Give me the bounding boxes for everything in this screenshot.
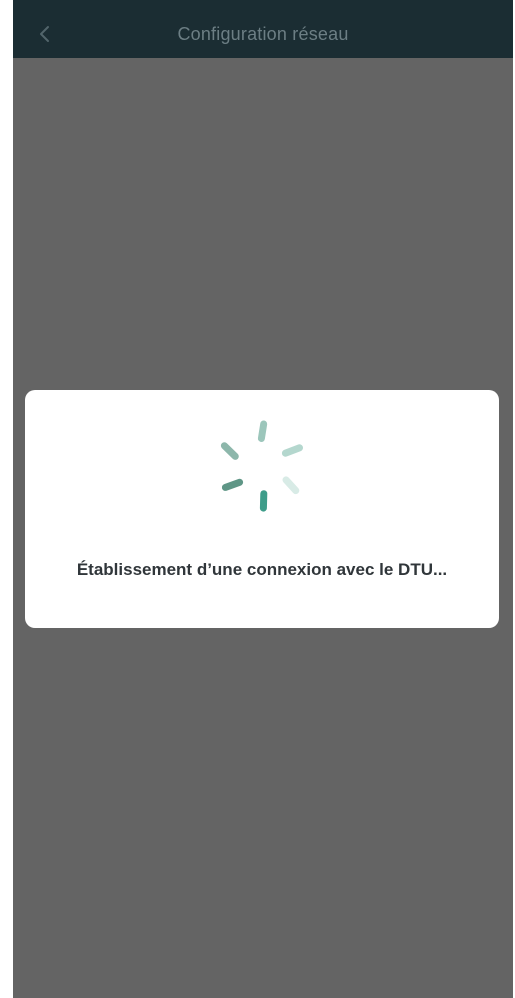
screen: Configuration réseau Établissement d’une… (13, 0, 513, 998)
app-bar: Configuration réseau (13, 0, 513, 58)
page-title: Configuration réseau (177, 24, 349, 44)
loading-dialog: Établissement d’une connexion avec le DT… (25, 390, 499, 628)
app-bar-content: Configuration réseau (13, 10, 513, 58)
loading-spinner-icon (220, 420, 303, 512)
loading-message: Établissement d’une connexion avec le DT… (76, 560, 448, 579)
